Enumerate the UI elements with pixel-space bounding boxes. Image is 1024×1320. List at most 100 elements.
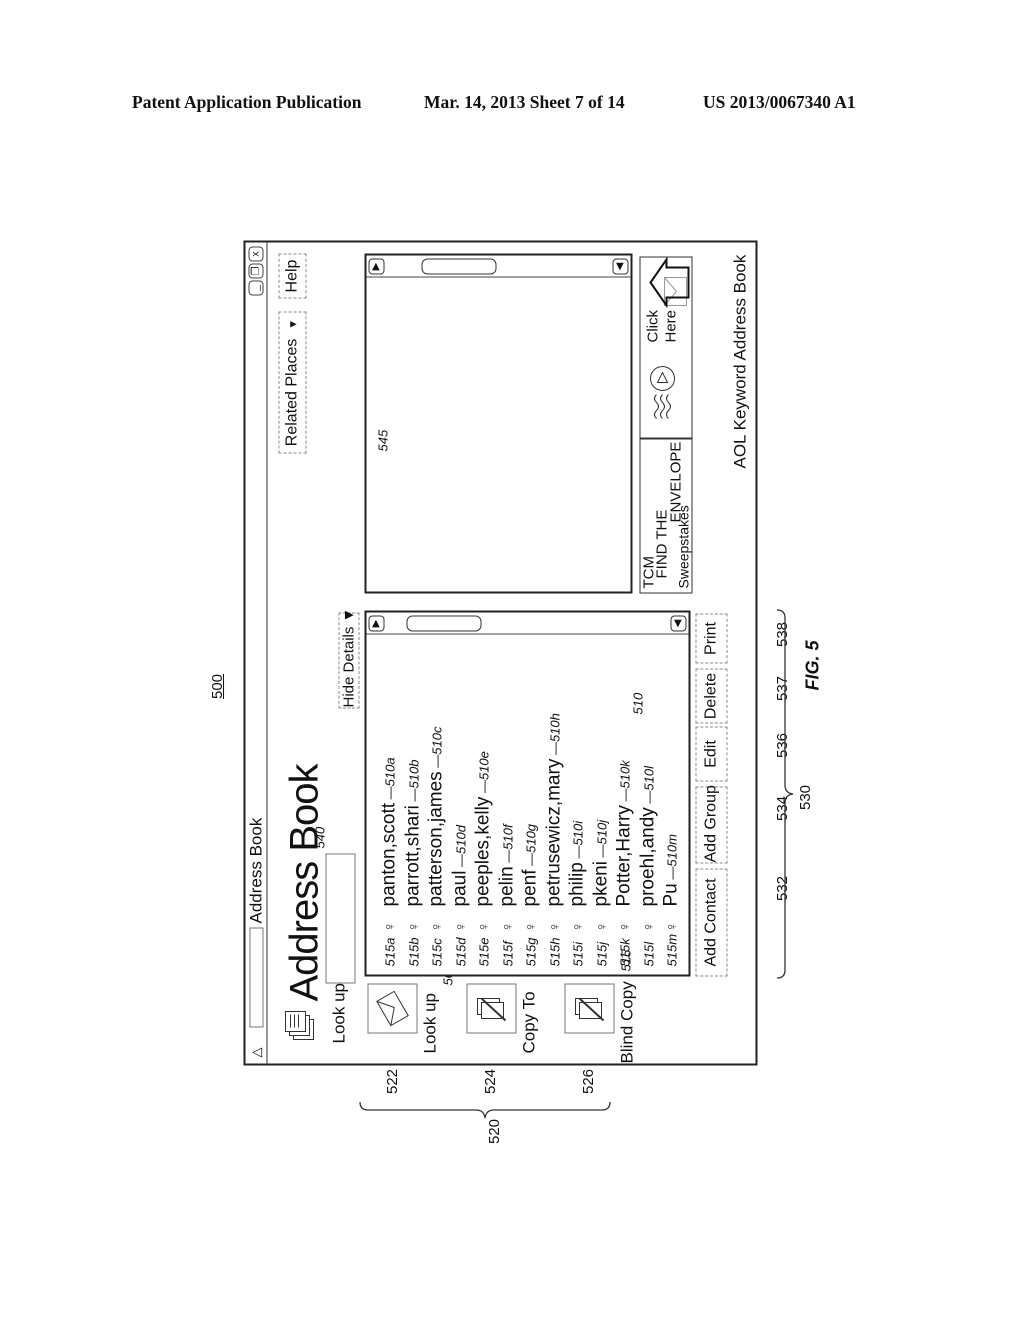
buddy-icon: ♀	[569, 920, 586, 932]
copy-document-icon	[476, 997, 506, 1021]
callout-line: —	[499, 849, 515, 866]
scroll-thumb[interactable]	[406, 615, 481, 631]
contact-list-scrollbar[interactable]: ▶ ◀	[366, 612, 688, 634]
ad-tcm-line4: Sweepstakes	[675, 504, 691, 588]
edit-button[interactable]: Edit	[695, 726, 727, 781]
contact-list-item[interactable]: 515i ♀ philip —510i	[566, 820, 590, 966]
contact-list-item[interactable]: 515j ♀ pkeni —510j	[590, 819, 614, 966]
callout-line: —	[617, 788, 632, 805]
bracket-520	[359, 1101, 611, 1119]
callout-line: —	[476, 779, 491, 797]
add-contact-button[interactable]: Add Contact	[695, 868, 727, 976]
buddy-icon: ♀	[498, 920, 516, 932]
print-button[interactable]: Print	[695, 613, 727, 663]
publication-number: US 2013/0067340 A1	[703, 92, 856, 112]
callout-line: —	[570, 845, 585, 862]
contact-name: panton,scott	[378, 802, 399, 906]
related-places-label: Related Places	[283, 338, 300, 446]
contact-name: paul	[448, 870, 470, 906]
contact-list-item[interactable]: 515g ♀ penf —510g	[519, 823, 543, 966]
ad-click-line2: Here	[662, 309, 679, 342]
details-scroll-thumb[interactable]	[421, 258, 496, 274]
copy-to-button[interactable]	[466, 983, 516, 1033]
ad-click-line1: Click	[644, 309, 661, 343]
buddy-icon: ♀	[451, 920, 469, 932]
hide-details-button[interactable]: Hide Details ▼	[338, 607, 359, 708]
lookup-action-label: Look up	[420, 992, 439, 1054]
contact-list-item[interactable]: 515b ♀ parrott,shari —510b	[402, 759, 426, 966]
contact-ref: 510f	[499, 823, 515, 850]
figure-caption: FIG. 5	[802, 640, 823, 691]
scroll-down-button[interactable]: ◀	[670, 615, 686, 631]
contact-list-item[interactable]: 515f ♀ pelin —510f	[496, 824, 520, 966]
contact-name: peeples,kelly	[472, 796, 493, 906]
title-bar: △ Address Book _ ❐ x	[245, 242, 267, 1063]
window-title: Address Book	[246, 817, 265, 923]
contact-name: pkeni	[589, 860, 611, 906]
lookup-input[interactable]	[325, 853, 355, 983]
bracket-530	[776, 609, 794, 979]
contact-icon-ref: 515i	[570, 941, 585, 966]
buddy-icon: ♀	[592, 920, 610, 932]
ref-510: 510	[630, 692, 645, 714]
aol-keyword-label: AOL Keyword Address Book	[730, 254, 749, 468]
ref-545: 545	[375, 429, 390, 451]
arrow-right-icon: ▶	[370, 619, 381, 627]
ref-522: 522	[384, 1068, 402, 1095]
contact-list-item[interactable]: 515k♀Potter,Harry —510k	[613, 760, 637, 966]
details-scroll-up-button[interactable]: ▶	[368, 258, 384, 274]
close-icon: x	[250, 251, 261, 256]
ref-515: 515	[618, 949, 633, 971]
contact-list-item[interactable]: 515h ♀ petrusewicz,mary —510h	[543, 713, 567, 966]
close-button[interactable]: x	[248, 246, 263, 261]
contact-list-item[interactable]: 515c ♀ patterson,james —510c	[425, 726, 449, 966]
title-field	[249, 927, 263, 1027]
contact-icon-ref: 515f	[499, 940, 515, 966]
related-places-dropdown[interactable]: Related Places ▼	[278, 311, 306, 453]
publication-label: Patent Application Publication	[132, 92, 362, 112]
details-scrollbar[interactable]: ▶ ◀	[366, 255, 630, 277]
contact-name: petrusewicz,mary	[542, 758, 564, 906]
contact-name: penf	[519, 869, 540, 906]
click-here-ad[interactable]: Click Here	[639, 256, 692, 438]
callout-line: —	[523, 852, 538, 870]
contact-list-item[interactable]: 515d ♀ paul —510d	[449, 825, 473, 966]
envelope-icon	[375, 990, 409, 1026]
hide-details-label: Hide Details	[340, 626, 357, 707]
add-group-button[interactable]: Add Group	[695, 785, 727, 863]
blind-copy-button[interactable]	[564, 983, 614, 1033]
blind-copy-document-icon	[574, 997, 604, 1021]
contact-icon-ref: 515l	[640, 941, 656, 966]
contact-ref: 510d	[452, 824, 468, 854]
scroll-up-button[interactable]: ▶	[368, 615, 384, 631]
contact-list-item[interactable]: 515e ♀ peeples,kelly —510e	[472, 751, 496, 966]
contact-name: parrott,shari	[401, 804, 423, 906]
ref-524: 524	[482, 1068, 500, 1095]
help-button[interactable]: Help	[278, 253, 306, 298]
contact-icon-ref: 515e	[476, 937, 491, 966]
restore-button[interactable]: ❐	[248, 263, 263, 278]
buddy-icon: ♀	[475, 920, 492, 932]
tcm-sweepstakes-ad[interactable]: TCM FIND THE ENVELOPE Sweepstakes	[639, 438, 692, 593]
contact-list-item[interactable]: 515m♀ Pu —510m	[660, 834, 684, 966]
delete-button[interactable]: Delete	[695, 668, 727, 723]
contact-icon-ref: 515c	[429, 937, 444, 966]
address-book-window: △ Address Book _ ❐ x Address Book Look u…	[243, 240, 757, 1065]
contact-list-item[interactable]: 515l ♀ proehl,andy —510l	[637, 766, 661, 967]
contact-name: Potter,Harry	[613, 804, 634, 906]
contact-list-panel[interactable]: 515a♀panton,scott —510a 515b♀parrott,shar…	[364, 610, 690, 976]
address-book-icon	[284, 1010, 314, 1040]
stamp-icon	[649, 365, 675, 419]
ref-540: 540	[312, 826, 327, 848]
ref-526: 526	[580, 1068, 598, 1095]
page-heading: Address Book	[282, 763, 326, 1001]
contact-list-item[interactable]: 515a ♀ panton,scott —510a	[378, 757, 402, 966]
aol-triangle-icon: △	[248, 1047, 263, 1057]
details-scroll-down-button[interactable]: ◀	[612, 258, 628, 274]
buddy-icon: ♀	[522, 920, 539, 932]
arrow-right-icon: ▶	[370, 262, 381, 270]
contact-icon-ref: 515b	[405, 937, 421, 966]
lookup-action-button[interactable]	[367, 983, 417, 1033]
minimize-button[interactable]: _	[248, 280, 263, 295]
contact-ref: 510b	[405, 759, 421, 788]
